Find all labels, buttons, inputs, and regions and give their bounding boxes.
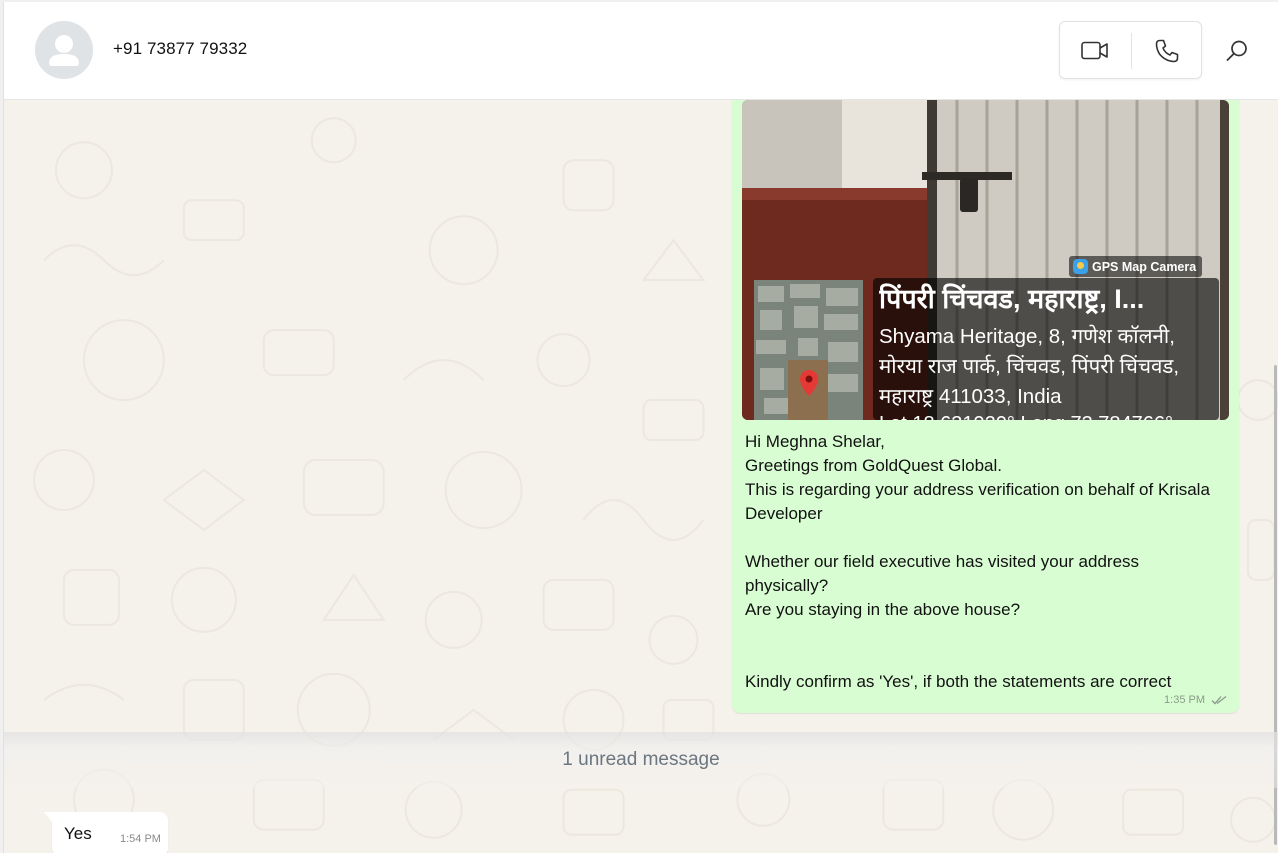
avatar[interactable] (35, 21, 93, 79)
outgoing-message-text[interactable]: Hi Meghna Shelar, Greetings from GoldQue… (745, 430, 1215, 694)
map-pin-icon (754, 280, 863, 420)
whatsapp-window: +91 73877 79332 GPS Map Camera पिंपरी चि… (3, 2, 1278, 853)
contact-name[interactable]: +91 73877 79332 (113, 39, 247, 59)
location-title: पिंपरी चिंचवड, महाराष्ट्र, I... (879, 284, 1145, 314)
location-coordinates: Lat 18.631920° Long 73.784766° (879, 412, 1213, 420)
unread-messages-divider: 1 unread message (4, 732, 1278, 788)
incoming-message-bubble[interactable]: Yes 1:54 PM (44, 812, 168, 853)
outgoing-message-bubble[interactable]: GPS Map Camera पिंपरी चिंचवड, महाराष्ट्र… (732, 100, 1239, 713)
satellite-map-thumbnail (754, 280, 863, 420)
unread-messages-label: 1 unread message (562, 749, 720, 770)
call-buttons-group (1059, 21, 1202, 79)
video-call-icon (1081, 41, 1108, 60)
gps-tag-label: GPS Map Camera (1092, 259, 1197, 274)
voice-call-icon (1155, 39, 1179, 63)
message-meta: 1:35 PM (1164, 694, 1227, 706)
voice-call-button[interactable] (1153, 37, 1181, 65)
location-address: Shyama Heritage, 8, गणेश कॉलनी, मोरया रा… (879, 325, 1180, 408)
search-icon (1226, 40, 1247, 61)
gps-map-camera-tag: GPS Map Camera (1069, 256, 1203, 277)
video-call-button[interactable] (1080, 38, 1110, 64)
location-photo[interactable]: GPS Map Camera पिंपरी चिंचवड, महाराष्ट्र… (742, 100, 1229, 420)
message-list[interactable]: GPS Map Camera पिंपरी चिंचवड, महाराष्ट्र… (4, 100, 1278, 853)
double-check-icon (1211, 695, 1227, 705)
incoming-message-text[interactable]: Yes (64, 824, 92, 844)
search-button[interactable] (1224, 38, 1250, 64)
gps-camera-app-icon (1073, 259, 1088, 274)
chat-header: +91 73877 79332 (4, 2, 1278, 100)
message-time: 1:54 PM (120, 833, 161, 845)
message-time: 1:35 PM (1164, 694, 1205, 706)
avatar-placeholder-icon (49, 35, 79, 66)
divider (1131, 33, 1132, 69)
location-details-panel: पिंपरी चिंचवड, महाराष्ट्र, I... Shyama H… (873, 278, 1219, 420)
